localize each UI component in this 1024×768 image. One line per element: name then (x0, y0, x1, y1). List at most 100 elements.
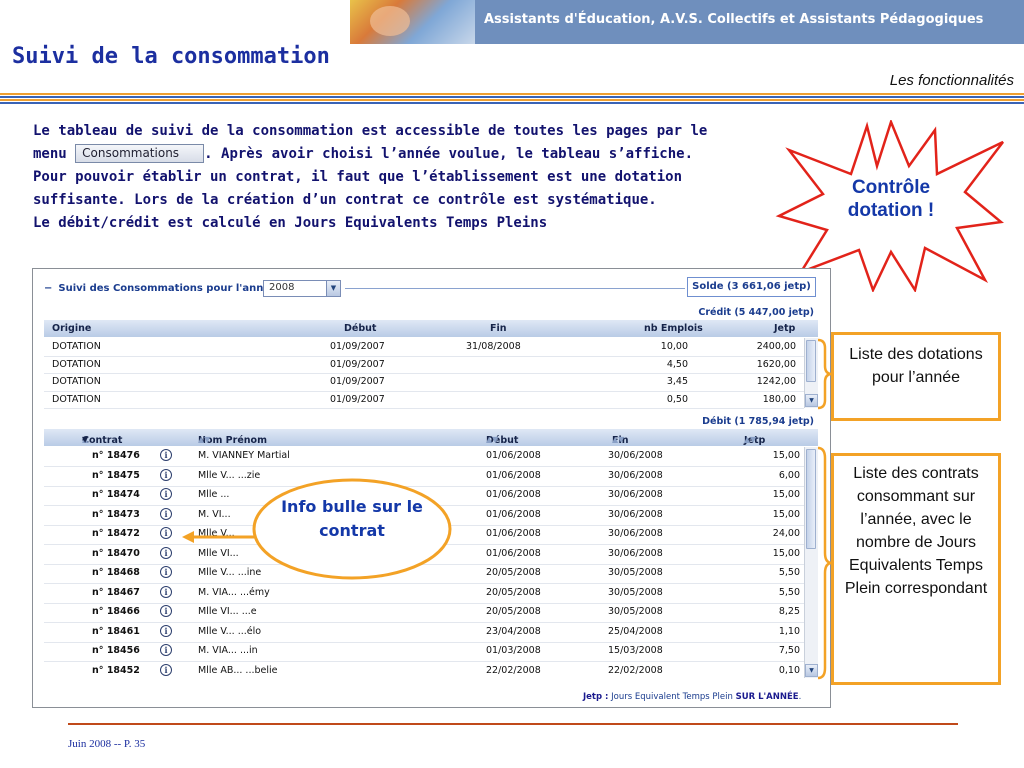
divider-stripe (0, 93, 1024, 95)
cell-fin: 30/06/2008 (608, 489, 663, 500)
info-icon[interactable]: i (160, 624, 172, 637)
sort-desc-icon[interactable]: ▼ (82, 435, 88, 444)
debit-summary: Débit (1 785,94 jetp) (702, 416, 814, 427)
divider-stripe (0, 102, 1024, 104)
cell-jetp: 180,00 (762, 393, 796, 405)
cell-debut: 01/06/2008 (486, 450, 541, 461)
cell-contrat[interactable]: n° 18473 (92, 509, 140, 520)
collapse-icon[interactable]: − (44, 283, 52, 294)
section-header: − Suivi des Consommations pour l'année (44, 283, 277, 294)
cell-debut: 23/04/2008 (486, 625, 541, 637)
table-row[interactable]: DOTATION 01/09/2007 4,50 1620,00 (44, 356, 804, 374)
cell-origine: DOTATION (52, 358, 101, 370)
column-header[interactable]: Origine (52, 323, 91, 334)
table-row[interactable]: n° 18461 i Mlle V... ...élo 23/04/2008 2… (44, 623, 804, 643)
scrollbar-thumb[interactable] (806, 340, 816, 382)
column-header[interactable]: nb Emplois (644, 323, 703, 334)
info-icon[interactable]: i (160, 644, 172, 656)
cell-debut: 20/05/2008 (486, 586, 541, 598)
cell-fin: 15/03/2008 (608, 645, 663, 656)
cell-origine: DOTATION (52, 393, 101, 405)
contrats-annotation: Liste des contrats consommant sur l’anné… (831, 453, 1001, 685)
cell-debut: 01/09/2007 (330, 341, 385, 352)
cell-fin: 30/06/2008 (608, 469, 663, 481)
banner-photo (350, 0, 475, 44)
cell-contrat[interactable]: n° 18468 (92, 567, 140, 578)
cell-jetp: 2400,00 (756, 341, 796, 352)
cell-fin: 30/06/2008 (608, 508, 663, 520)
table-row[interactable]: n° 18466 i Mlle VI... ...e 20/05/2008 30… (44, 603, 804, 623)
cell-jetp: 15,00 (772, 489, 800, 500)
cell-debut: 01/06/2008 (486, 489, 541, 500)
description-line: Le débit/crédit est calculé en Jours Equ… (33, 215, 548, 231)
cell-contrat[interactable]: n° 18474 (92, 489, 140, 500)
table-row[interactable]: DOTATION 01/09/2007 3,45 1242,00 (44, 373, 804, 392)
cell-origine: DOTATION (52, 341, 101, 352)
sort-asc-icon[interactable]: ▲▼ (198, 435, 210, 444)
cell-contrat[interactable]: n° 18461 (92, 626, 140, 637)
sort-asc-icon[interactable]: ▲▼ (486, 435, 498, 444)
cell-debut: 20/05/2008 (486, 567, 541, 578)
scrollbar-thumb[interactable] (806, 449, 816, 549)
info-icon[interactable]: i (160, 663, 172, 676)
cell-contrat[interactable]: n° 18466 (92, 606, 140, 617)
jetp-legend-end: . (798, 692, 802, 702)
cell-debut: 20/05/2008 (486, 606, 541, 617)
cell-nom: M. VIANNEY Martial (198, 450, 290, 461)
header-rule (345, 288, 685, 289)
divider-stripe (0, 96, 1024, 98)
cell-contrat[interactable]: n° 18476 (92, 450, 140, 461)
column-header[interactable]: Début (344, 323, 376, 334)
cell-fin: 30/06/2008 (608, 450, 663, 461)
jetp-legend-text: Jours Equivalent Temps Plein (611, 692, 733, 702)
callout-line: Contrôle (851, 177, 931, 198)
table-row[interactable]: n° 18476 i M. VIANNEY Martial 01/06/2008… (44, 447, 804, 467)
cell-contrat[interactable]: n° 18475 (92, 470, 140, 481)
consommations-menu-button[interactable]: Consommations (75, 144, 205, 163)
cell-contrat[interactable]: n° 18467 (92, 587, 140, 598)
cell-jetp: 24,00 (772, 528, 800, 539)
table-row[interactable]: n° 18452 i Mlle AB... ...belie 22/02/200… (44, 662, 804, 679)
cell-nb-emplois: 10,00 (660, 341, 688, 352)
column-header[interactable]: Jetp (774, 323, 795, 334)
cell-debut: 01/06/2008 (486, 508, 541, 520)
cell-fin: 30/06/2008 (608, 547, 663, 559)
cell-contrat[interactable]: n° 18456 (92, 645, 140, 656)
cell-debut: 01/09/2007 (330, 393, 385, 405)
description: Le tableau de suivi de la consommation e… (33, 120, 833, 235)
cell-contrat[interactable]: n° 18470 (92, 548, 140, 559)
jetp-legend-key: Jetp : (583, 692, 609, 702)
cell-fin: 31/08/2008 (466, 341, 521, 352)
year-select[interactable]: 2008 ▼ (263, 280, 341, 297)
cell-contrat[interactable]: n° 18452 (92, 665, 140, 676)
cell-jetp: 5,50 (778, 567, 800, 578)
info-icon[interactable]: i (160, 605, 172, 617)
cell-fin: 25/04/2008 (608, 625, 663, 637)
page-title: Suivi de la consommation (12, 44, 330, 69)
cell-contrat[interactable]: n° 18472 (92, 528, 140, 539)
sort-asc-icon[interactable]: ▲▼ (612, 435, 624, 444)
info-icon[interactable]: i (160, 449, 172, 461)
table-row[interactable]: DOTATION 01/09/2007 0,50 180,00 (44, 391, 804, 409)
cell-nom: Mlle AB... ...belie (198, 664, 278, 676)
cell-nom: M. VIA... ...in (198, 645, 258, 656)
solde-button[interactable]: Solde (3 661,06 jetp) (687, 277, 816, 297)
cell-jetp: 15,00 (772, 547, 800, 559)
table-row[interactable]: n° 18467 i M. VIA... ...émy 20/05/2008 3… (44, 584, 804, 604)
cell-debut: 01/06/2008 (486, 528, 541, 539)
info-icon[interactable]: i (160, 585, 172, 598)
table-row[interactable]: DOTATION 01/09/2007 31/08/2008 10,00 240… (44, 338, 804, 357)
description-line: Pour pouvoir établir un contrat, il faut… (33, 169, 683, 185)
cell-nb-emplois: 0,50 (666, 393, 688, 405)
sort-asc-icon[interactable]: ▲▼ (744, 435, 756, 444)
cell-jetp: 15,00 (772, 508, 800, 520)
cell-debut: 01/03/2008 (486, 645, 541, 656)
cell-fin: 22/02/2008 (608, 664, 663, 676)
table-row[interactable]: n° 18456 i M. VIA... ...in 01/03/2008 15… (44, 642, 804, 662)
cell-fin: 30/06/2008 (608, 528, 663, 539)
column-header[interactable]: Fin (490, 323, 507, 334)
cell-origine: DOTATION (52, 376, 101, 387)
chevron-down-icon[interactable]: ▼ (326, 281, 340, 296)
year-select-value: 2008 (269, 282, 295, 293)
cell-nom: Mlle V... ...élo (198, 625, 262, 637)
